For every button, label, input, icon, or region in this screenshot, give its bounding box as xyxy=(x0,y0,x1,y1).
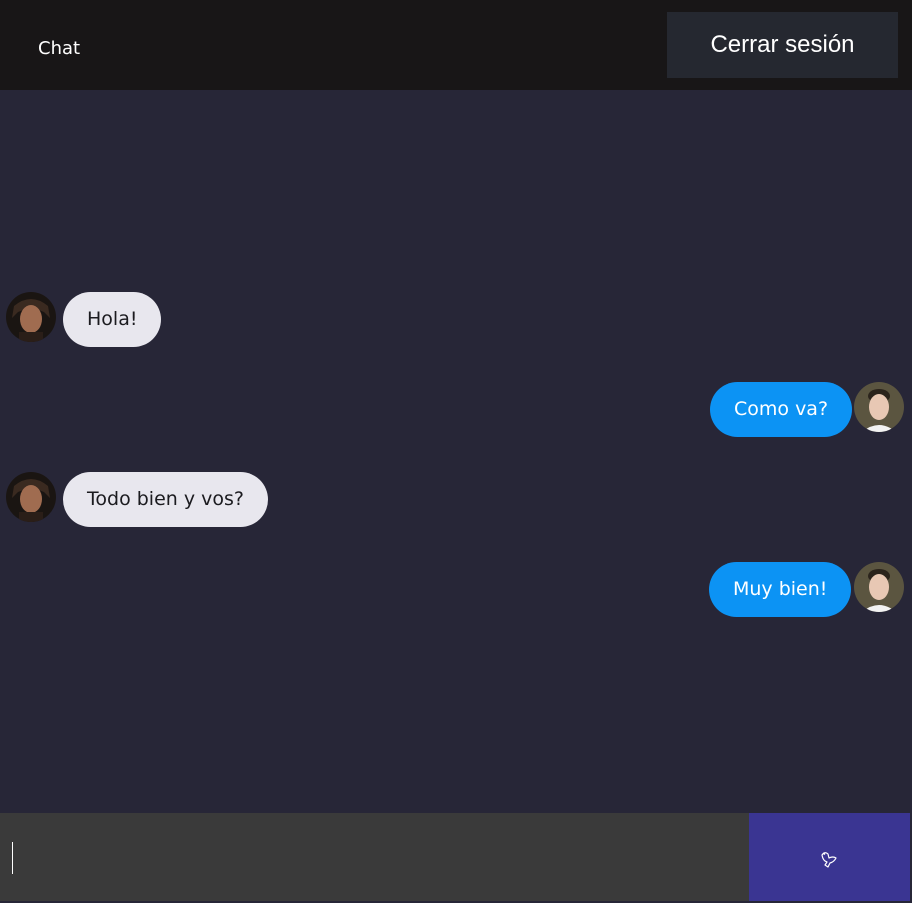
contact-avatar xyxy=(6,472,56,522)
page-title: Chat xyxy=(38,38,81,59)
message-bubble-outgoing: Como va? xyxy=(710,382,853,437)
user-avatar xyxy=(854,382,904,432)
contact-avatar xyxy=(6,292,56,342)
user-avatar xyxy=(854,562,904,612)
avatar-icon xyxy=(854,562,904,612)
avatar-icon xyxy=(6,292,56,342)
message-bubble-incoming: Hola! xyxy=(63,292,162,347)
logout-button[interactable]: Cerrar sesión xyxy=(667,12,898,78)
dove-icon xyxy=(821,852,837,868)
message-bubble-incoming: Todo bien y vos? xyxy=(63,472,268,527)
header-bar: Chat Cerrar sesión xyxy=(0,0,912,90)
message-composer xyxy=(0,813,912,903)
chat-app: Chat Cerrar sesión Hola! Como va? Todo b… xyxy=(0,0,912,903)
send-button[interactable] xyxy=(749,813,910,901)
text-cursor xyxy=(12,842,13,874)
message-bubble-outgoing: Muy bien! xyxy=(709,562,852,617)
message-input[interactable] xyxy=(0,813,749,901)
avatar-icon xyxy=(854,382,904,432)
avatar-icon xyxy=(6,472,56,522)
